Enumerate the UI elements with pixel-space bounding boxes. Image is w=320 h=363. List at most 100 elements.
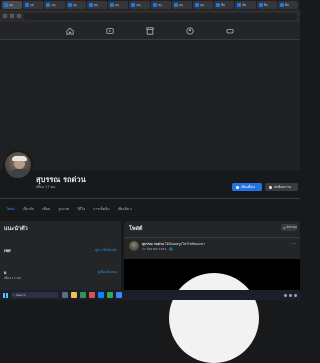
gaming-icon[interactable] — [226, 27, 234, 35]
tab-photos[interactable]: รูปภาพ — [58, 206, 69, 212]
browser-tab-strip: (6) (6) (6) (6) (6) (6) (6) (6) (6) (6) … — [0, 0, 300, 10]
browser-tab[interactable]: (6) — [86, 1, 108, 9]
tab-title: (6) — [178, 3, 183, 7]
tab-more-label: เพิ่มเติม — [117, 207, 130, 211]
facebook-favicon-icon — [173, 3, 178, 7]
tab-title: (6) — [93, 3, 99, 7]
facebook-favicon-icon — [46, 3, 51, 7]
line-app-icon[interactable] — [107, 292, 113, 298]
tab-title: (6) — [51, 3, 56, 7]
profile-avatar[interactable] — [3, 150, 33, 180]
profile-tabs: โพสต์ เกี่ยวกับ เพื่อน รูปภาพ วิดีโอ การ… — [0, 202, 300, 216]
url-input[interactable] — [24, 12, 297, 20]
facebook-favicon-icon — [110, 3, 115, 7]
task-view-icon[interactable] — [62, 292, 68, 298]
add-friend-label: เพิ่มเพื่อน — [241, 185, 255, 189]
search-icon: ⌕ — [13, 293, 15, 297]
post-action-text: ได้อัปเดตรูปโปรไฟล์ของเขา — [164, 242, 205, 246]
file-explorer-icon[interactable] — [71, 292, 77, 298]
more-options-icon[interactable]: ··· — [291, 241, 296, 247]
intro-friends-label: ผ — [4, 270, 7, 275]
windows-taskbar: ⌕ Search — [0, 290, 300, 300]
posts-divider — [124, 237, 300, 238]
browser-tab[interactable]: (6) — [129, 1, 150, 9]
marketplace-icon[interactable] — [146, 26, 154, 35]
browser-tab[interactable]: (6) — [108, 1, 129, 9]
windows-start-icon[interactable] — [3, 292, 8, 298]
forward-icon[interactable] — [10, 14, 14, 18]
edge-browser-icon[interactable] — [80, 292, 86, 298]
video-icon[interactable] — [106, 27, 114, 35]
app-icon[interactable] — [89, 292, 95, 298]
taskbar-search[interactable]: ⌕ Search — [11, 292, 59, 298]
intro-gender-label: เพศ — [4, 248, 11, 253]
browser-tab[interactable]: ทีม — [214, 1, 235, 9]
facebook-favicon-icon — [152, 3, 157, 7]
browser-tab[interactable]: (6) — [192, 1, 214, 9]
facebook-favicon-icon — [237, 3, 242, 7]
tab-title: (6) — [9, 3, 14, 7]
facebook-favicon-icon — [4, 3, 8, 7]
tab-title: ทีม — [242, 2, 247, 7]
intro-see-more-link[interactable]: ดูประวัติเพิ่มเติม — [95, 248, 117, 253]
browser-tab[interactable]: (6) — [150, 1, 171, 9]
browser-tab[interactable]: ทีม — [256, 1, 277, 9]
post-author-avatar[interactable] — [129, 241, 139, 251]
see-all-friends-link[interactable]: ดูเพื่อนทั้งหมด — [98, 270, 117, 275]
browser-tab[interactable]: ทีม — [277, 1, 299, 9]
tab-checkins[interactable]: การเช็คอิน — [93, 206, 109, 212]
browser-tab[interactable]: (6) — [44, 1, 65, 9]
tab-videos[interactable]: วิดีโอ — [77, 206, 85, 212]
volume-icon[interactable] — [289, 293, 292, 297]
browser-tab[interactable]: (6) — [171, 1, 192, 9]
groups-icon[interactable] — [186, 26, 194, 35]
tab-title: ทีม — [284, 2, 289, 7]
post-author-name[interactable]: สุบรรณ รถด่วน — [142, 242, 164, 246]
chrome-icon[interactable] — [116, 292, 122, 298]
avatar-body-shape — [9, 169, 31, 178]
reload-icon[interactable] — [17, 14, 21, 18]
message-button[interactable]: ส่งข้อความ — [265, 183, 298, 191]
filter-button[interactable]: ≡ ตัวกรอง — [281, 224, 297, 231]
filter-icon: ≡ — [283, 225, 286, 230]
wifi-icon[interactable] — [284, 293, 287, 297]
home-icon[interactable] — [66, 27, 74, 35]
tab-friends[interactable]: เพื่อน — [42, 206, 50, 212]
facebook-favicon-icon — [216, 3, 221, 7]
browser-tab[interactable]: (6) — [2, 1, 23, 9]
facebook-favicon-icon — [88, 3, 93, 7]
facebook-favicon-icon — [67, 3, 72, 7]
app-icon[interactable] — [98, 292, 104, 298]
back-icon[interactable] — [3, 14, 7, 18]
facebook-favicon-icon — [194, 3, 199, 7]
tab-about[interactable]: เกี่ยวกับ — [23, 206, 35, 212]
intro-title: แนะนำตัว — [4, 226, 28, 232]
facebook-favicon-icon — [279, 3, 284, 7]
posts-card: โพสต์ ≡ ตัวกรอง สุบรรณ รถด่วน ได้อัปเดตร… — [124, 221, 300, 363]
message-label: ส่งข้อความ — [274, 185, 291, 189]
tab-more[interactable]: เพิ่มเติม ▾ — [118, 206, 132, 212]
facebook-favicon-icon — [25, 3, 30, 7]
battery-icon[interactable] — [294, 293, 297, 297]
browser-tab[interactable]: (6) — [23, 1, 44, 9]
add-friend-button[interactable]: เพิ่มเพื่อน — [232, 183, 262, 191]
add-friend-icon — [236, 185, 239, 189]
post-profile-photo[interactable] — [169, 273, 259, 363]
profile-friend-count[interactable]: เพื่อน 17 คน — [36, 184, 55, 190]
tab-title: (6) — [72, 3, 77, 7]
intro-card: แนะนำตัว เพศ ดูประวัติเพิ่มเติม ผ ดูเพื่… — [0, 221, 121, 290]
facebook-favicon-icon — [258, 3, 263, 7]
tab-posts[interactable]: โพสต์ — [6, 206, 15, 212]
tab-title: (6) — [157, 3, 162, 7]
filter-label: ตัวกรอง — [286, 225, 297, 229]
tab-title: ทีม — [263, 2, 268, 7]
taskbar-search-text: Search — [15, 293, 26, 297]
profile-divider — [0, 198, 300, 199]
tab-title: (6) — [136, 3, 141, 7]
tab-title: (6) — [199, 3, 205, 7]
avatar-hat-shape — [12, 156, 27, 161]
browser-tab[interactable]: (6) — [65, 1, 86, 9]
post-timestamp[interactable]: 17 สิงหาคม 2023 · 🌐 — [142, 247, 173, 252]
browser-tab[interactable]: ทีม — [235, 1, 256, 9]
messenger-icon — [269, 185, 272, 189]
